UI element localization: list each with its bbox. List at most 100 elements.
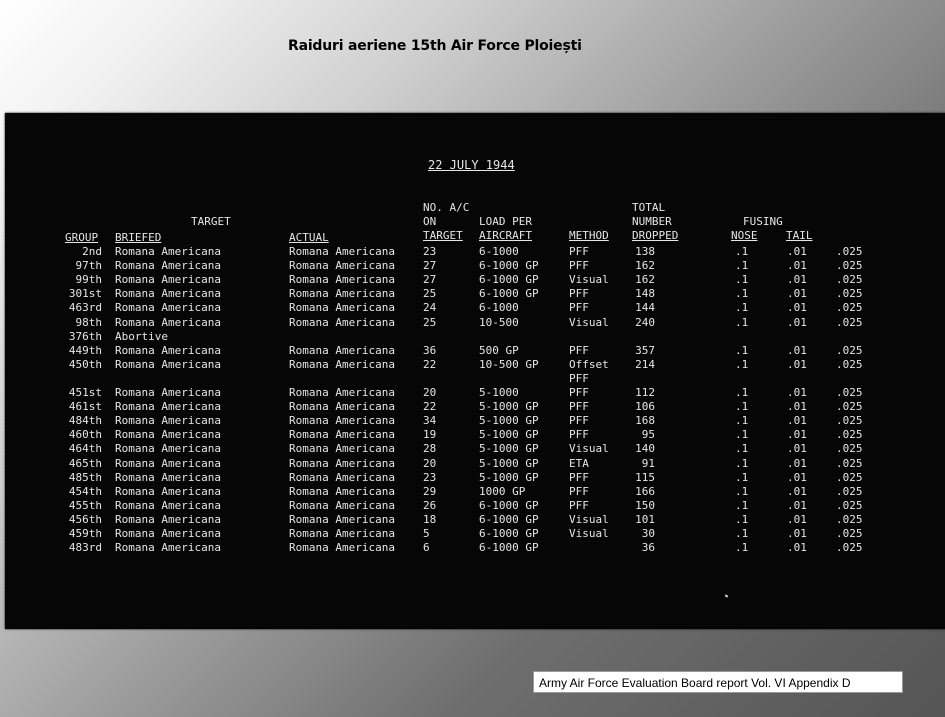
cell-load: 6-1000 GP	[479, 259, 539, 273]
cell-nose: .1	[735, 315, 749, 329]
cell-method: PFF	[569, 470, 589, 484]
cell-nose: .1	[735, 484, 749, 498]
cell-load: 5-1000 GP	[479, 470, 539, 484]
cell-dropped: 162	[635, 273, 655, 287]
cell-dropped: 144	[635, 301, 655, 315]
cell-load: 10-500 GP	[479, 357, 539, 371]
table-row: 461st Romana Americana Romana Americana 22 5…	[5, 400, 945, 414]
table-row: 450th Romana Americana Romana Americana 22 1…	[5, 358, 945, 372]
cell-briefed: Romana Americana	[115, 442, 221, 456]
table-row: 483rd Romana Americana Romana Americana 6 6-…	[5, 541, 945, 555]
cell-ac: 26	[423, 498, 437, 512]
cell-load: 5-1000 GP	[479, 442, 539, 456]
cell-actual: Romana Americana	[289, 315, 395, 329]
cell-ac: 25	[423, 287, 437, 301]
cell-group: 483rd	[68, 541, 102, 555]
cell-extra: .025	[836, 512, 863, 526]
cell-nose: .1	[735, 400, 749, 414]
cell-ac: 23	[423, 245, 437, 258]
cell-nose: .1	[735, 414, 749, 428]
table-row: 460th Romana Americana Romana Americana 19 5…	[5, 428, 945, 442]
cell-extra: .025	[836, 470, 863, 484]
cell-actual: Romana Americana	[289, 343, 395, 357]
cell-method: Visual	[569, 527, 609, 540]
cell-nose: .1	[735, 245, 749, 258]
cell-nose: .1	[735, 301, 749, 315]
cell-ac: 6	[423, 541, 430, 555]
table-row: 454th Romana Americana Romana Americana 29 1…	[5, 485, 945, 499]
cell-actual: Romana Americana	[289, 259, 395, 273]
cell-tail: .01	[787, 301, 807, 315]
table-row: 449th Romana Americana Romana Americana 36 5…	[5, 344, 945, 358]
cell-load: 5-1000 GP	[479, 428, 539, 442]
cell-ac: 34	[423, 414, 437, 428]
cell-tail: .01	[787, 386, 807, 399]
header-actual: ACTUAL	[289, 231, 329, 244]
cell-tail: .01	[787, 315, 807, 329]
cell-group: 461st	[68, 400, 102, 414]
cell-method: ETA	[569, 456, 589, 470]
cell-ac: 5	[423, 527, 430, 540]
table-row: 98th Romana Americana Romana Americana 25 10…	[5, 316, 945, 330]
cell-extra: .025	[836, 259, 863, 273]
header-method: METHOD	[569, 229, 609, 242]
cell-group: 97th	[75, 259, 103, 273]
document-photo: 22 JULY 1944 NO. A/C ON TARGET TARGET LO…	[5, 113, 945, 629]
cell-ac: 29	[423, 484, 437, 498]
cell-method: PFF	[569, 245, 589, 258]
cell-method: PFF	[569, 371, 589, 385]
cell-actual: Romana Americana	[289, 273, 395, 287]
cell-tail: .01	[787, 428, 807, 442]
cell-actual: Romana Americana	[289, 527, 395, 540]
header-total-2: NUMBER	[632, 215, 672, 228]
cell-tail: .01	[787, 470, 807, 484]
cell-method: Visual	[569, 512, 609, 526]
cell-briefed: Romana Americana	[115, 484, 221, 498]
cell-method: Offset	[569, 357, 609, 371]
cell-group: 2nd	[82, 245, 102, 258]
cell-ac: 20	[423, 386, 437, 399]
header-tail: TAIL	[786, 229, 813, 242]
cell-extra: .025	[836, 456, 863, 470]
cell-ac: 24	[423, 301, 437, 315]
cell-group: 463rd	[68, 301, 102, 315]
cell-method: PFF	[569, 287, 589, 301]
cell-nose: .1	[735, 273, 749, 287]
header-load-2: AIRCRAFT	[479, 229, 532, 242]
cell-tail: .01	[787, 484, 807, 498]
cell-nose: .1	[735, 343, 749, 357]
cell-briefed: Romana Americana	[115, 259, 221, 273]
cell-extra: .025	[836, 428, 863, 442]
cell-load: 6-1000 GP	[479, 273, 539, 287]
cell-actual: Romana Americana	[289, 287, 395, 301]
cell-load: 6-1000 GP	[479, 512, 539, 526]
cell-tail: .01	[787, 259, 807, 273]
cell-ac: 25	[423, 315, 437, 329]
cell-dropped: 214	[635, 357, 655, 371]
table-row: 97th Romana Americana Romana Americana 27 6-…	[5, 259, 945, 273]
cell-nose: .1	[735, 541, 749, 555]
header-load-1: LOAD PER	[479, 215, 532, 228]
cell-actual: Romana Americana	[289, 301, 395, 315]
cell-group: 485th	[68, 470, 102, 484]
cell-ac: 22	[423, 357, 437, 371]
cell-extra: .025	[836, 273, 863, 287]
cell-ac: 28	[423, 442, 437, 456]
cell-method: PFF	[569, 498, 589, 512]
cell-briefed: Romana Americana	[115, 428, 221, 442]
cell-actual: Romana Americana	[289, 541, 395, 555]
cell-dropped: 115	[635, 470, 655, 484]
cell-group: 98th	[75, 315, 103, 329]
cell-extra: .025	[836, 442, 863, 456]
cell-ac: 22	[423, 400, 437, 414]
cell-extra: .025	[836, 400, 863, 414]
cell-briefed: Romana Americana	[115, 357, 221, 371]
cell-extra: .025	[836, 484, 863, 498]
table-row: 465th Romana Americana Romana Americana 20 5…	[5, 457, 945, 471]
header-total-1: TOTAL	[632, 201, 666, 214]
cell-briefed: Abortive	[115, 329, 168, 343]
cell-tail: .01	[787, 357, 807, 371]
cell-tail: .01	[787, 498, 807, 512]
cell-tail: .01	[787, 414, 807, 428]
cell-method: PFF	[569, 301, 589, 315]
